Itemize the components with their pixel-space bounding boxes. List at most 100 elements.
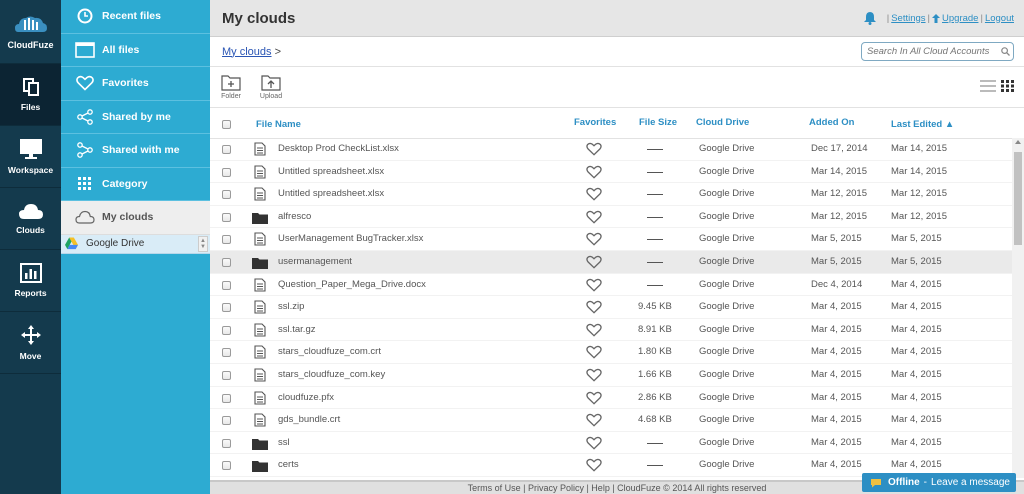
- scroll-updown-icon[interactable]: ▲ ▼: [198, 235, 208, 252]
- favorite-heart-icon[interactable]: [586, 458, 602, 472]
- file-name[interactable]: UserManagement BugTracker.xlsx: [278, 233, 423, 244]
- table-row[interactable]: Untitled spreadsheet.xlsx Google Drive Mar…: [210, 161, 1012, 184]
- rail-item-workspace[interactable]: Workspace: [0, 126, 61, 188]
- file-name[interactable]: certs: [278, 459, 299, 470]
- scroll-up-icon[interactable]: [1015, 140, 1021, 144]
- row-checkbox[interactable]: [222, 145, 231, 154]
- menu-item-category[interactable]: Category: [61, 168, 210, 201]
- menu-item-recent-files[interactable]: Recent files: [61, 0, 210, 34]
- row-checkbox[interactable]: [222, 280, 231, 290]
- upload-button[interactable]: Upload: [256, 73, 286, 100]
- table-row[interactable]: Desktop Prod CheckList.xlsx Google Drive D…: [210, 138, 1012, 161]
- file-name[interactable]: usermanagement: [278, 256, 352, 267]
- favorite-heart-icon[interactable]: [586, 165, 602, 179]
- row-checkbox[interactable]: [222, 325, 231, 335]
- favorite-heart-icon[interactable]: [586, 368, 602, 382]
- file-name[interactable]: Untitled spreadsheet.xlsx: [278, 166, 384, 177]
- table-row[interactable]: stars_cloudfuze_com.crt 1.80 KB Google Dri…: [210, 341, 1012, 364]
- file-name[interactable]: Desktop Prod CheckList.xlsx: [278, 143, 399, 154]
- col-favorites[interactable]: Favorites: [574, 117, 616, 128]
- row-checkbox[interactable]: [222, 257, 231, 267]
- rail-item-move[interactable]: Move: [0, 312, 61, 374]
- table-row[interactable]: ssl Google Drive Mar 4, 2015 Mar 4, 2015: [210, 432, 1012, 455]
- chat-widget[interactable]: Offline - Leave a message: [862, 473, 1016, 492]
- menu-item-my-clouds[interactable]: My clouds: [61, 201, 210, 235]
- rail-item-clouds[interactable]: Clouds: [0, 188, 61, 250]
- file-name[interactable]: stars_cloudfuze_com.key: [278, 369, 385, 380]
- row-checkbox[interactable]: [222, 190, 231, 200]
- file-name[interactable]: Untitled spreadsheet.xlsx: [278, 188, 384, 199]
- row-checkbox[interactable]: [222, 167, 231, 177]
- last-edited: Mar 14, 2015: [891, 143, 947, 154]
- breadcrumb-my-clouds[interactable]: My clouds: [222, 46, 272, 58]
- rail-item-files[interactable]: Files: [0, 64, 61, 126]
- favorite-heart-icon[interactable]: [586, 187, 602, 201]
- table-row[interactable]: gds_bundle.crt 4.68 KB Google Drive Mar 4, …: [210, 409, 1012, 432]
- favorite-heart-icon[interactable]: [586, 142, 602, 156]
- favorite-heart-icon[interactable]: [586, 232, 602, 246]
- file-name[interactable]: ssl: [278, 437, 290, 448]
- toolbar: Folder Upload: [210, 67, 1024, 108]
- file-name[interactable]: gds_bundle.crt: [278, 414, 340, 425]
- col-cloud-drive[interactable]: Cloud Drive: [696, 117, 749, 128]
- row-checkbox[interactable]: [222, 416, 231, 426]
- favorite-heart-icon[interactable]: [586, 300, 602, 314]
- row-checkbox[interactable]: [222, 393, 231, 403]
- table-row[interactable]: ssl.tar.gz 8.91 KB Google Drive Mar 4, 2015…: [210, 319, 1012, 342]
- favorite-heart-icon[interactable]: [586, 391, 602, 405]
- col-last-edited[interactable]: Last Edited ▲: [891, 119, 954, 130]
- favorite-heart-icon[interactable]: [586, 210, 602, 224]
- file-name[interactable]: cloudfuze.pfx: [278, 392, 334, 403]
- menu-item-label: Category: [102, 177, 148, 190]
- row-checkbox[interactable]: [222, 461, 231, 471]
- table-row[interactable]: usermanagement Google Drive Mar 5, 2015 Mar…: [210, 250, 1012, 274]
- col-file-size[interactable]: File Size: [639, 117, 677, 128]
- new-folder-button[interactable]: Folder: [216, 73, 246, 100]
- table-row[interactable]: UserManagement BugTracker.xlsx Google Dri…: [210, 228, 1012, 251]
- menu-item-favorites[interactable]: Favorites: [61, 67, 210, 101]
- share-icon: [77, 108, 93, 125]
- row-checkbox[interactable]: [222, 348, 231, 358]
- grid-view-icon[interactable]: [1001, 80, 1014, 92]
- favorite-heart-icon[interactable]: [586, 345, 602, 359]
- brand-logo[interactable]: CloudFuze: [0, 0, 61, 64]
- list-view-icon[interactable]: [980, 80, 996, 92]
- row-checkbox[interactable]: [222, 235, 231, 245]
- logout-link[interactable]: Logout: [985, 13, 1014, 24]
- vertical-scrollbar[interactable]: [1012, 138, 1024, 478]
- table-row[interactable]: alfresco Google Drive Mar 12, 2015 Mar 12, …: [210, 206, 1012, 229]
- row-checkbox[interactable]: [222, 370, 231, 380]
- favorite-heart-icon[interactable]: [586, 323, 602, 337]
- file-name[interactable]: Question_Paper_Mega_Drive.docx: [278, 279, 426, 290]
- select-all-checkbox[interactable]: [222, 120, 231, 129]
- upgrade-link[interactable]: Upgrade: [942, 13, 978, 24]
- row-checkbox[interactable]: [222, 212, 231, 222]
- scrollbar-thumb[interactable]: [1014, 152, 1022, 245]
- settings-link[interactable]: Settings: [891, 13, 925, 24]
- favorite-heart-icon[interactable]: [586, 278, 602, 292]
- menu-item-shared-by-me[interactable]: Shared by me: [61, 101, 210, 134]
- table-row[interactable]: Untitled spreadsheet.xlsx Google Drive Mar…: [210, 183, 1012, 206]
- favorite-heart-icon[interactable]: [586, 413, 602, 427]
- table-row[interactable]: Question_Paper_Mega_Drive.docx Google Dri…: [210, 274, 1012, 297]
- table-row[interactable]: ssl.zip 9.45 KB Google Drive Mar 4, 2015 Mar…: [210, 296, 1012, 319]
- rail-item-reports[interactable]: Reports: [0, 250, 61, 312]
- menu-item-all-files[interactable]: All files: [61, 34, 210, 67]
- favorite-heart-icon[interactable]: [586, 255, 602, 269]
- table-row[interactable]: cloudfuze.pfx 2.86 KB Google Drive Mar 4, 2…: [210, 387, 1012, 410]
- col-added-on[interactable]: Added On: [809, 117, 854, 128]
- row-checkbox[interactable]: [222, 438, 231, 448]
- file-name[interactable]: ssl.tar.gz: [278, 324, 316, 335]
- file-name[interactable]: alfresco: [278, 211, 311, 222]
- bell-icon[interactable]: [863, 11, 877, 25]
- search-input[interactable]: [861, 42, 1014, 61]
- file-name[interactable]: ssl.zip: [278, 301, 304, 312]
- search-icon[interactable]: [1001, 47, 1010, 56]
- file-name[interactable]: stars_cloudfuze_com.crt: [278, 346, 381, 357]
- cloud-account-google-drive[interactable]: Google Drive ▲ ▼: [61, 234, 210, 254]
- row-checkbox[interactable]: [222, 303, 231, 313]
- menu-item-shared-with-me[interactable]: Shared with me: [61, 134, 210, 168]
- table-row[interactable]: stars_cloudfuze_com.key 1.66 KB Google Dri…: [210, 364, 1012, 387]
- col-file-name[interactable]: File Name: [256, 119, 301, 130]
- favorite-heart-icon[interactable]: [586, 436, 602, 450]
